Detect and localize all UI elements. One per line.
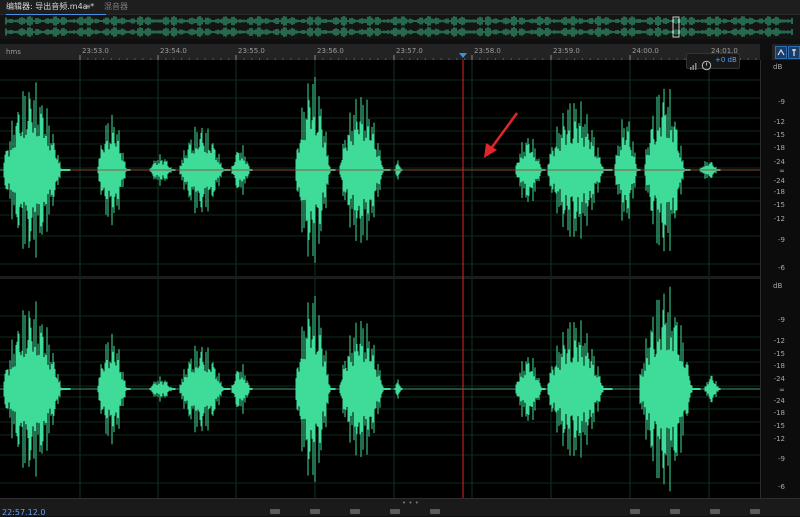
db-tick: -6 [778, 264, 785, 272]
transport-button[interactable] [670, 509, 680, 514]
db-scale: dB -9 -12 -15 -18 -24 ∞ -24 -18 -15 -12 … [760, 60, 800, 498]
pin-icon[interactable] [788, 46, 800, 59]
db-tick: -15 [773, 201, 785, 209]
ruler-tick-label: 23:59.0 [553, 47, 580, 55]
transport-button[interactable] [390, 509, 400, 514]
waveform-view[interactable] [0, 60, 800, 498]
transport-button[interactable] [350, 509, 360, 514]
ruler-unit-label: hms [6, 48, 21, 56]
transport-controls [270, 509, 790, 515]
db-tick: -18 [773, 409, 785, 417]
db-tick: -15 [773, 131, 785, 139]
transport-button[interactable] [710, 509, 720, 514]
db-tick: -15 [773, 350, 785, 358]
tab-editor[interactable]: 编辑器: 导出音频.m4a * [6, 1, 107, 15]
db-tick: -12 [773, 337, 785, 345]
zoom-icon[interactable] [775, 46, 787, 59]
waveform-graphic [0, 60, 760, 498]
db-tick: -18 [773, 362, 785, 370]
resize-grip[interactable]: • • • [402, 499, 419, 507]
db-tick: -6 [778, 483, 785, 491]
playhead-marker-icon[interactable] [459, 53, 467, 58]
overview-bg [0, 15, 800, 39]
side-tools [772, 44, 800, 60]
tab-menu-icon[interactable]: ≡ [84, 1, 91, 13]
overview-waveform-graphic [0, 15, 800, 39]
overview-waveform[interactable] [0, 15, 800, 39]
ruler-tick-label: 23:55.0 [238, 47, 265, 55]
db-tick: -18 [773, 188, 785, 196]
transport-button[interactable] [750, 509, 760, 514]
db-tick: -18 [773, 144, 785, 152]
db-tick: -12 [773, 215, 785, 223]
ruler-tick-label: 24:00.0 [632, 47, 659, 55]
channel-divider [0, 276, 760, 279]
tab-bar: 编辑器: 导出音频.m4a * ≡ 混音器 [0, 0, 800, 15]
db-tick: -9 [778, 236, 785, 244]
db-unit-top: dB [773, 63, 783, 71]
transport-button[interactable] [630, 509, 640, 514]
ruler-tick-label: 23:54.0 [160, 47, 187, 55]
db-tick: -15 [773, 422, 785, 430]
db-tick: -9 [778, 316, 785, 324]
clock-icon[interactable] [701, 56, 712, 75]
db-tick: -24 [773, 375, 785, 383]
gain-hud[interactable]: +0 dB [686, 53, 740, 71]
db-tick: ∞ [779, 386, 785, 394]
transport-button[interactable] [430, 509, 440, 514]
db-tick: -12 [773, 118, 785, 126]
db-tick: -24 [773, 397, 785, 405]
db-tick: -9 [778, 455, 785, 463]
transport-button[interactable] [270, 509, 280, 514]
transport-bar: 22:57.12.0 • • • [0, 498, 800, 517]
annotation-arrow-head-icon [484, 143, 497, 158]
volume-icon [689, 56, 699, 75]
ruler-tick-label: 23:53.0 [82, 47, 109, 55]
ruler-tick-label: 23:58.0 [474, 47, 501, 55]
db-tick: -12 [773, 435, 785, 443]
tab-mixer[interactable]: 混音器 [104, 1, 128, 13]
ruler-tick-label: 23:57.0 [396, 47, 423, 55]
transport-button[interactable] [310, 509, 320, 514]
db-tick: -24 [773, 177, 785, 185]
current-time: 22:57.12.0 [2, 508, 46, 517]
db-tick: ∞ [779, 167, 785, 175]
db-tick: -9 [778, 98, 785, 106]
gain-label: +0 dB [715, 56, 737, 64]
db-tick: -24 [773, 158, 785, 166]
ruler-tick-label: 23:56.0 [317, 47, 344, 55]
time-ruler[interactable]: hms 23:53.0 23:54.0 23:55.0 23:56.0 23:57.0 23… [0, 44, 760, 61]
time-ruler-graphic: hms 23:53.0 23:54.0 23:55.0 23:56.0 23:57.0 23… [6, 47, 757, 60]
db-unit-bottom: dB [773, 282, 783, 290]
